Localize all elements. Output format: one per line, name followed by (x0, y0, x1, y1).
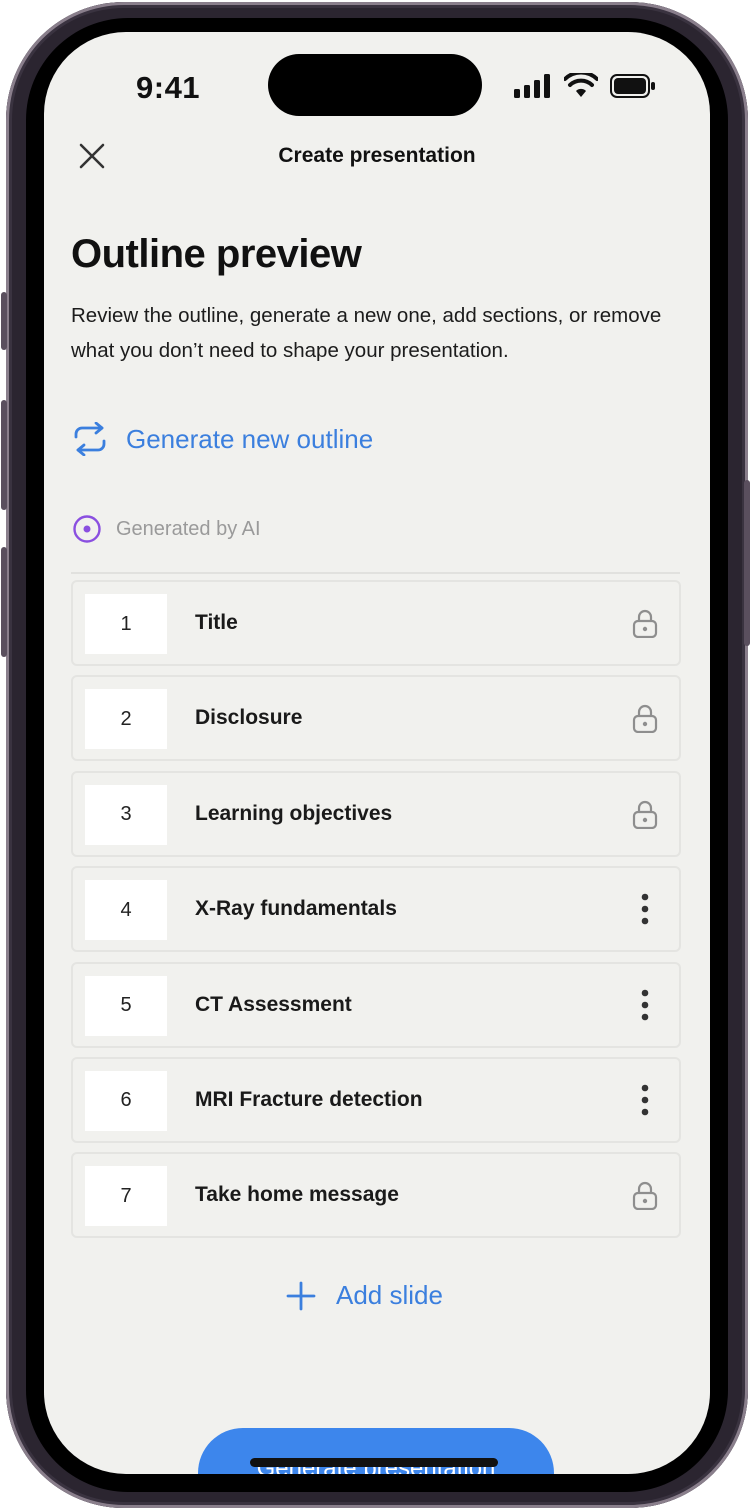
ai-circle-icon (73, 515, 101, 543)
header-title: Create presentation (278, 144, 476, 167)
status-time: 9:41 (136, 70, 201, 105)
more-vertical-icon[interactable] (623, 983, 667, 1027)
outline-item[interactable]: 7 Take home message (71, 1152, 681, 1239)
add-slide-label: Add slide (336, 1280, 443, 1310)
side-button (1, 547, 7, 657)
generate-presentation-button[interactable]: Generate presentation (198, 1428, 554, 1474)
slide-number: 7 (85, 1166, 167, 1227)
slide-title: MRI Fracture detection (195, 1087, 423, 1111)
page-title: Outline preview (71, 232, 362, 276)
outline-item[interactable]: 5 CT Assessment (71, 961, 681, 1048)
outline-list: 1 Title 2 Disclosure 3 Learning objectiv… (71, 580, 681, 1248)
refresh-icon (74, 422, 106, 456)
slide-number: 2 (85, 689, 167, 750)
slide-title: Learning objectives (195, 801, 393, 825)
outline-item[interactable]: 3 Learning objectives (71, 770, 681, 857)
slide-title: CT Assessment (195, 992, 352, 1016)
more-vertical-icon[interactable] (623, 1078, 667, 1122)
ai-generated-label: Generated by AI (116, 517, 261, 540)
plus-icon (286, 1281, 316, 1310)
slide-number: 5 (85, 975, 167, 1036)
ai-generated-note: Generated by AI (72, 514, 261, 544)
wifi-icon (564, 73, 598, 97)
outline-item[interactable]: 6 MRI Fracture detection (71, 1056, 681, 1143)
battery-icon (610, 74, 655, 98)
slide-title: Take home message (195, 1183, 399, 1207)
slide-number: 4 (85, 880, 167, 941)
lock-icon (623, 696, 667, 740)
generate-new-outline-button[interactable]: Generate new outline (72, 422, 373, 456)
slide-title: X-Ray fundamentals (195, 897, 397, 921)
outline-item[interactable]: 4 X-Ray fundamentals (71, 866, 681, 953)
slide-title: Disclosure (195, 706, 303, 730)
generate-new-outline-label: Generate new outline (126, 423, 374, 454)
side-button (744, 480, 750, 646)
slide-number: 1 (85, 594, 167, 654)
side-button (1, 400, 7, 510)
slide-number: 3 (85, 784, 167, 845)
slide-title: Title (195, 611, 238, 634)
more-vertical-icon[interactable] (623, 887, 667, 931)
divider (71, 572, 680, 574)
home-indicator (250, 1458, 498, 1467)
dynamic-island (268, 54, 482, 116)
slide-number: 6 (85, 1070, 167, 1131)
outline-item[interactable]: 2 Disclosure (71, 675, 681, 762)
status-icons (514, 72, 656, 100)
lock-icon (623, 1173, 667, 1217)
outline-item[interactable]: 1 Title (71, 580, 681, 666)
side-button (1, 292, 7, 350)
lock-icon (623, 792, 667, 836)
app-screen: 9:41 Create presentation Outline preview… (44, 32, 710, 1474)
page-description: Review the outline, generate a new one, … (71, 304, 662, 362)
add-slide-button[interactable]: Add slide (286, 1280, 443, 1311)
lock-icon (623, 601, 667, 645)
cellular-signal-icon (514, 74, 550, 98)
